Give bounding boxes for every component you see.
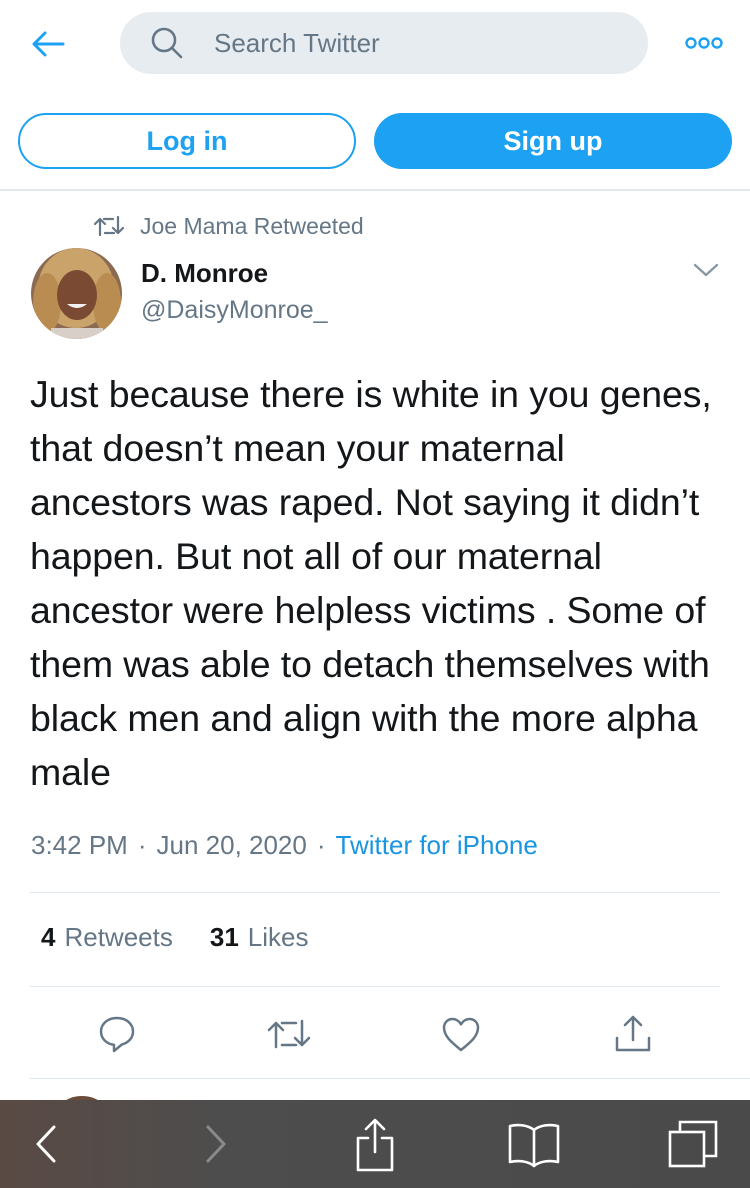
tabs-button[interactable] xyxy=(664,1114,722,1174)
header-divider xyxy=(0,189,750,191)
back-button[interactable] xyxy=(26,22,70,66)
likes-label: Likes xyxy=(247,922,309,952)
more-button[interactable] xyxy=(682,28,726,58)
chevron-left-icon xyxy=(36,1125,56,1163)
search-icon xyxy=(150,25,186,61)
tweet-actions xyxy=(0,1012,750,1056)
separator: · xyxy=(316,830,326,860)
avatar[interactable] xyxy=(31,248,122,339)
share-icon xyxy=(615,1015,651,1052)
share-icon xyxy=(356,1118,394,1172)
author-name[interactable]: D. Monroe xyxy=(141,258,268,289)
tweet-time: 3:42 PM xyxy=(31,830,128,860)
browser-toolbar xyxy=(0,1100,750,1188)
retweet-icon xyxy=(267,1019,311,1049)
divider xyxy=(30,1078,750,1079)
heart-icon xyxy=(442,1017,480,1052)
reply-icon xyxy=(99,1016,135,1053)
browser-back-button[interactable] xyxy=(26,1114,66,1174)
login-button[interactable]: Log in xyxy=(18,113,356,169)
retweets-count: 4 xyxy=(41,922,56,952)
divider xyxy=(30,892,720,893)
author-handle[interactable]: @DaisyMonroe_ xyxy=(141,296,328,325)
chevron-down-icon xyxy=(693,263,719,277)
like-button[interactable] xyxy=(439,1012,483,1056)
browser-forward-button[interactable] xyxy=(196,1114,236,1174)
retweeted-by-text: Joe Mama Retweeted xyxy=(140,212,364,239)
retweet-button[interactable] xyxy=(267,1012,311,1056)
book-icon xyxy=(508,1123,560,1168)
retweets-stat[interactable]: 4 Retweets xyxy=(41,922,173,953)
likes-count: 31 xyxy=(209,922,239,952)
tweet-date: Jun 20, 2020 xyxy=(156,830,307,860)
likes-stat[interactable]: 31 Likes xyxy=(210,922,309,953)
bookmarks-button[interactable] xyxy=(506,1114,562,1174)
arrow-left-icon xyxy=(32,31,65,57)
tweet-text: Just because there is white in you genes… xyxy=(30,373,712,793)
tweet-source-link[interactable]: Twitter for iPhone xyxy=(336,830,538,861)
tweet-menu-button[interactable] xyxy=(690,258,722,282)
divider xyxy=(30,986,720,987)
separator: · xyxy=(137,830,147,860)
search-placeholder: Search Twitter xyxy=(214,27,380,58)
search-input[interactable]: Search Twitter xyxy=(120,12,648,74)
browser-share-button[interactable] xyxy=(350,1114,400,1174)
retweet-context[interactable]: Joe Mama Retweeted xyxy=(94,210,364,242)
chevron-right-icon xyxy=(206,1125,226,1163)
reply-button[interactable] xyxy=(95,1012,139,1056)
retweets-label: Retweets xyxy=(64,922,173,952)
share-button[interactable] xyxy=(611,1012,655,1056)
tabs-icon xyxy=(668,1120,718,1168)
retweet-icon xyxy=(94,214,124,238)
tweet-stats: 4 Retweets 31 Likes xyxy=(41,922,308,953)
signup-button[interactable]: Sign up xyxy=(374,113,732,169)
tweet-metadata: 3:42 PM · Jun 20, 2020 · Twitter for iPh… xyxy=(31,830,538,861)
more-icon xyxy=(685,37,723,49)
top-navigation-bar: Search Twitter xyxy=(0,0,750,90)
